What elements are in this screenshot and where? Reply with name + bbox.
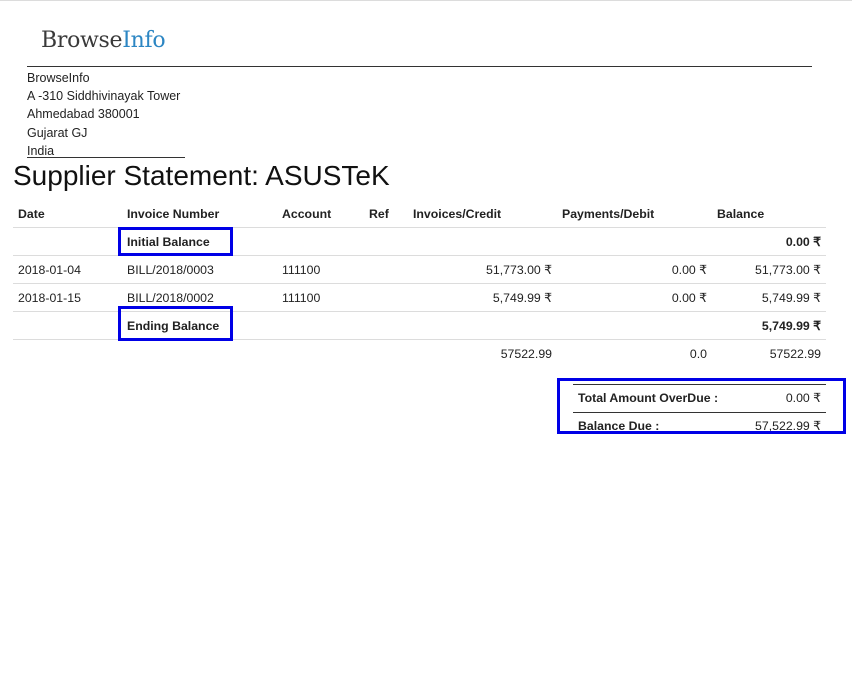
header-ref: Ref bbox=[369, 207, 389, 221]
address-line-2: Ahmedabad 380001 bbox=[27, 107, 140, 122]
row-account: 111100 bbox=[277, 283, 364, 312]
page-title: Supplier Statement: ASUSTeK bbox=[13, 160, 390, 191]
row-account: 111100 bbox=[277, 255, 364, 284]
row-invoices-credit: 5,749.99 ₹ bbox=[408, 283, 557, 312]
row-balance: 5,749.99 ₹ bbox=[712, 283, 826, 312]
row-ref bbox=[364, 255, 408, 284]
header-account: Account bbox=[282, 207, 332, 221]
logo-text-info: Info bbox=[122, 28, 166, 53]
totals-row: 57522.99 0.0 57522.99 bbox=[13, 339, 826, 367]
header-invoices-credit: Invoices/Credit bbox=[413, 207, 502, 221]
logo-text-browse: Browse bbox=[41, 28, 123, 53]
address-line-3: Gujarat GJ bbox=[27, 125, 88, 140]
company-logo: BrowseInfo bbox=[41, 28, 166, 53]
row-ref bbox=[364, 283, 408, 312]
table-header-row: Date Invoice Number Account Ref Invoices… bbox=[13, 201, 826, 228]
highlight-box-summary bbox=[557, 378, 846, 434]
table-row: 2018-01-04 BILL/2018/0003 111100 51,773.… bbox=[13, 255, 826, 284]
header-balance: Balance bbox=[717, 207, 765, 221]
header-date: Date bbox=[18, 207, 45, 221]
highlight-box-initial-balance bbox=[118, 227, 233, 256]
total-payments-debit: 0.0 bbox=[557, 339, 712, 367]
total-balance: 57522.99 bbox=[712, 339, 826, 367]
row-balance: 51,773.00 ₹ bbox=[712, 255, 826, 284]
highlight-box-ending-balance bbox=[118, 306, 233, 341]
total-invoices-credit: 57522.99 bbox=[408, 339, 557, 367]
company-address: BrowseInfo A -310 Siddhivinayak Tower Ah… bbox=[27, 69, 180, 160]
ending-balance-value: 5,749.99 ₹ bbox=[712, 311, 826, 340]
initial-balance-value: 0.00 ₹ bbox=[712, 227, 826, 256]
address-divider bbox=[27, 157, 185, 158]
page-top-border bbox=[0, 0, 852, 1]
address-line-1: A -310 Siddhivinayak Tower bbox=[27, 89, 181, 104]
row-date: 2018-01-15 bbox=[13, 283, 122, 312]
company-name: BrowseInfo bbox=[27, 71, 90, 85]
row-date: 2018-01-04 bbox=[13, 255, 122, 284]
row-invoices-credit: 51,773.00 ₹ bbox=[408, 255, 557, 284]
row-payments-debit: 0.00 ₹ bbox=[557, 283, 712, 312]
row-invoice-number: BILL/2018/0003 bbox=[122, 255, 277, 284]
header-payments-debit: Payments/Debit bbox=[562, 207, 655, 221]
statement-table: Date Invoice Number Account Ref Invoices… bbox=[13, 201, 826, 367]
header-invoice-number: Invoice Number bbox=[127, 207, 220, 221]
header-divider bbox=[27, 66, 812, 67]
row-payments-debit: 0.00 ₹ bbox=[557, 255, 712, 284]
